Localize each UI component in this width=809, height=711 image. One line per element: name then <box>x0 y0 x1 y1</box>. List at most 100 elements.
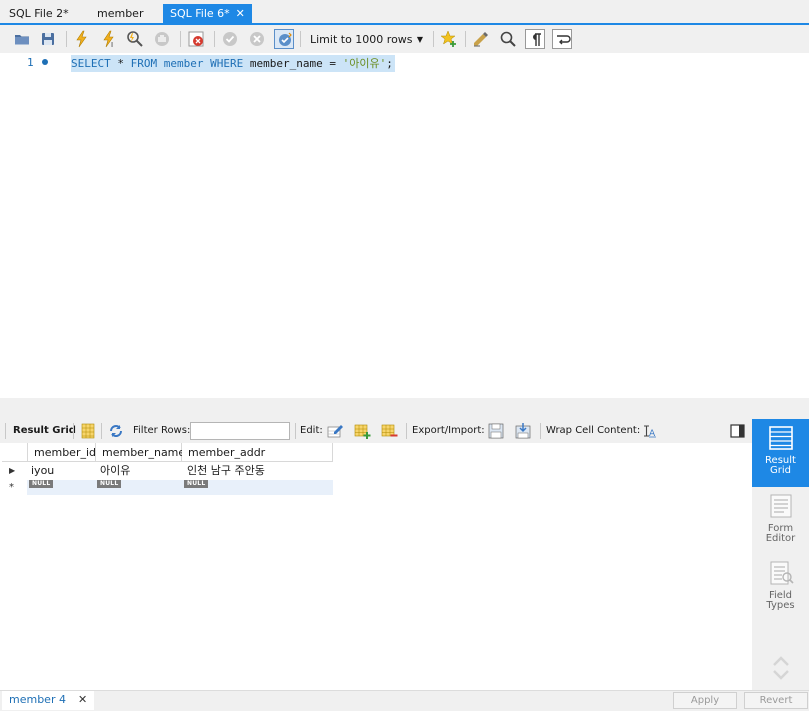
insert-row-icon[interactable] <box>353 422 371 440</box>
limit-rows-select[interactable]: Limit to 1000 rows ▼ <box>304 30 428 49</box>
svg-text:A: A <box>649 429 656 439</box>
result-side-panel: Result Grid Form Editor Field Types <box>752 419 809 690</box>
sql-token: ; <box>386 57 393 70</box>
toolbar-separator <box>433 31 434 47</box>
toolbar-separator <box>180 31 181 47</box>
sql-editor[interactable]: 1 SELECT * FROM member WHERE member_name… <box>0 53 809 406</box>
side-panel-scroll[interactable] <box>752 653 809 685</box>
autocommit-icon[interactable] <box>274 29 294 49</box>
filter-rows-input[interactable] <box>190 422 290 440</box>
column-header-member-addr[interactable]: member_addr <box>182 443 333 462</box>
result-tab-label: member 4 <box>9 693 66 706</box>
result-toolbar: Result Grid Filter Rows: Edit: Export/Im… <box>0 419 752 443</box>
tab-label: SQL File 6* <box>170 7 230 20</box>
sql-token: * <box>110 57 131 70</box>
grid-layout-icon[interactable] <box>79 422 97 440</box>
stop-icon[interactable] <box>152 29 172 49</box>
tab-sql-file-2[interactable]: SQL File 2* <box>2 4 76 23</box>
sql-token: member_name = <box>243 57 343 70</box>
sql-token: '아이유' <box>342 57 387 70</box>
close-icon[interactable]: ✕ <box>78 693 87 706</box>
panel-splitter[interactable] <box>0 398 809 419</box>
apply-button[interactable]: Apply <box>673 692 737 709</box>
toolbar-separator <box>214 31 215 47</box>
open-folder-icon[interactable] <box>12 29 32 49</box>
filter-rows-label: Filter Rows: <box>133 425 191 436</box>
tab-sql-file-6[interactable]: SQL File 6* ✕ <box>163 4 252 23</box>
export-import-label: Export/Import: <box>412 425 485 436</box>
execute-icon[interactable] <box>72 29 92 49</box>
export-icon[interactable] <box>487 422 505 440</box>
field-types-icon <box>770 561 794 585</box>
tab-member[interactable]: member <box>90 4 150 23</box>
toolbar-separator <box>465 31 466 47</box>
toggle-side-panel-icon[interactable] <box>729 422 747 440</box>
result-grid-icon <box>768 426 793 450</box>
new-row[interactable] <box>27 480 333 495</box>
toolbar-separator <box>66 31 67 47</box>
sql-token: WHERE <box>210 57 244 70</box>
wrap-icon[interactable] <box>552 29 572 49</box>
toolbar-separator <box>300 31 301 47</box>
refresh-icon[interactable] <box>107 422 125 440</box>
invisibles-icon[interactable] <box>525 29 545 49</box>
chevron-up-down-icon <box>772 656 789 680</box>
execute-current-icon[interactable]: I <box>99 29 119 49</box>
result-tab-member-4[interactable]: member 4 ✕ <box>2 691 95 710</box>
wrap-cell-icon[interactable]: A <box>640 422 658 440</box>
rollback-icon[interactable] <box>247 29 267 49</box>
field-types-view-button[interactable]: Field Types <box>752 560 809 620</box>
toolbar-separator <box>540 423 541 439</box>
toggle-error-icon[interactable] <box>186 29 206 49</box>
line-number: 1 <box>27 56 34 69</box>
toolbar-separator <box>295 423 296 439</box>
toolbar-separator <box>101 423 102 439</box>
sql-token: SELECT <box>71 57 111 70</box>
commit-icon[interactable] <box>220 29 240 49</box>
tab-label: SQL File 2* <box>9 7 69 20</box>
edit-label: Edit: <box>300 425 323 436</box>
result-tabs-bar: member 4 ✕ Apply Revert <box>0 690 809 711</box>
editor-tab-bar: SQL File 2* member SQL File 6* ✕ <box>0 0 809 25</box>
toolbar-separator <box>5 423 6 439</box>
edit-row-icon[interactable] <box>326 422 344 440</box>
explain-icon[interactable] <box>125 29 145 49</box>
wrap-cell-content-label: Wrap Cell Content: <box>546 425 641 436</box>
column-header-member-id[interactable]: member_id <box>28 443 96 462</box>
side-label: Editor <box>765 533 796 544</box>
save-icon[interactable] <box>38 29 58 49</box>
beautify-icon[interactable] <box>471 29 491 49</box>
form-editor-view-button[interactable]: Form Editor <box>752 493 809 553</box>
result-grid[interactable]: member_id member_name member_addr ▶ iyou… <box>0 443 752 690</box>
svg-text:I: I <box>111 41 113 49</box>
tab-label: member <box>97 7 144 20</box>
null-badge: NULL <box>29 480 54 488</box>
revert-button[interactable]: Revert <box>744 692 808 709</box>
side-label: Types <box>766 600 795 611</box>
close-icon[interactable]: ✕ <box>236 7 245 20</box>
table-cell[interactable]: 인천 남구 주안동 <box>185 462 265 479</box>
bookmark-add-icon[interactable] <box>439 29 459 49</box>
null-badge: NULL <box>184 480 209 488</box>
import-icon[interactable] <box>514 422 532 440</box>
form-editor-icon <box>770 494 791 518</box>
find-icon[interactable] <box>498 29 518 49</box>
sql-token: member <box>163 57 204 70</box>
table-cell[interactable]: iyou <box>29 462 54 479</box>
statement-marker-icon <box>42 59 48 65</box>
limit-rows-value: Limit to 1000 rows <box>310 33 413 46</box>
sql-toolbar: I Limit to 1000 rows ▼ <box>0 25 809 53</box>
current-row-indicator-icon: ▶ <box>9 466 16 475</box>
toolbar-separator <box>406 423 407 439</box>
result-grid-label: Result Grid <box>13 425 76 436</box>
result-grid-view-button[interactable]: Result Grid <box>752 419 809 487</box>
delete-row-icon[interactable] <box>380 422 398 440</box>
sql-token: FROM <box>130 57 158 70</box>
new-row-marker: * <box>9 482 14 493</box>
table-cell[interactable]: 아이유 <box>98 462 130 479</box>
side-label: Grid <box>770 465 791 476</box>
sql-statement[interactable]: SELECT * FROM member WHERE member_name =… <box>71 55 395 72</box>
column-header-member-name[interactable]: member_name <box>96 443 185 462</box>
null-badge: NULL <box>97 480 122 488</box>
